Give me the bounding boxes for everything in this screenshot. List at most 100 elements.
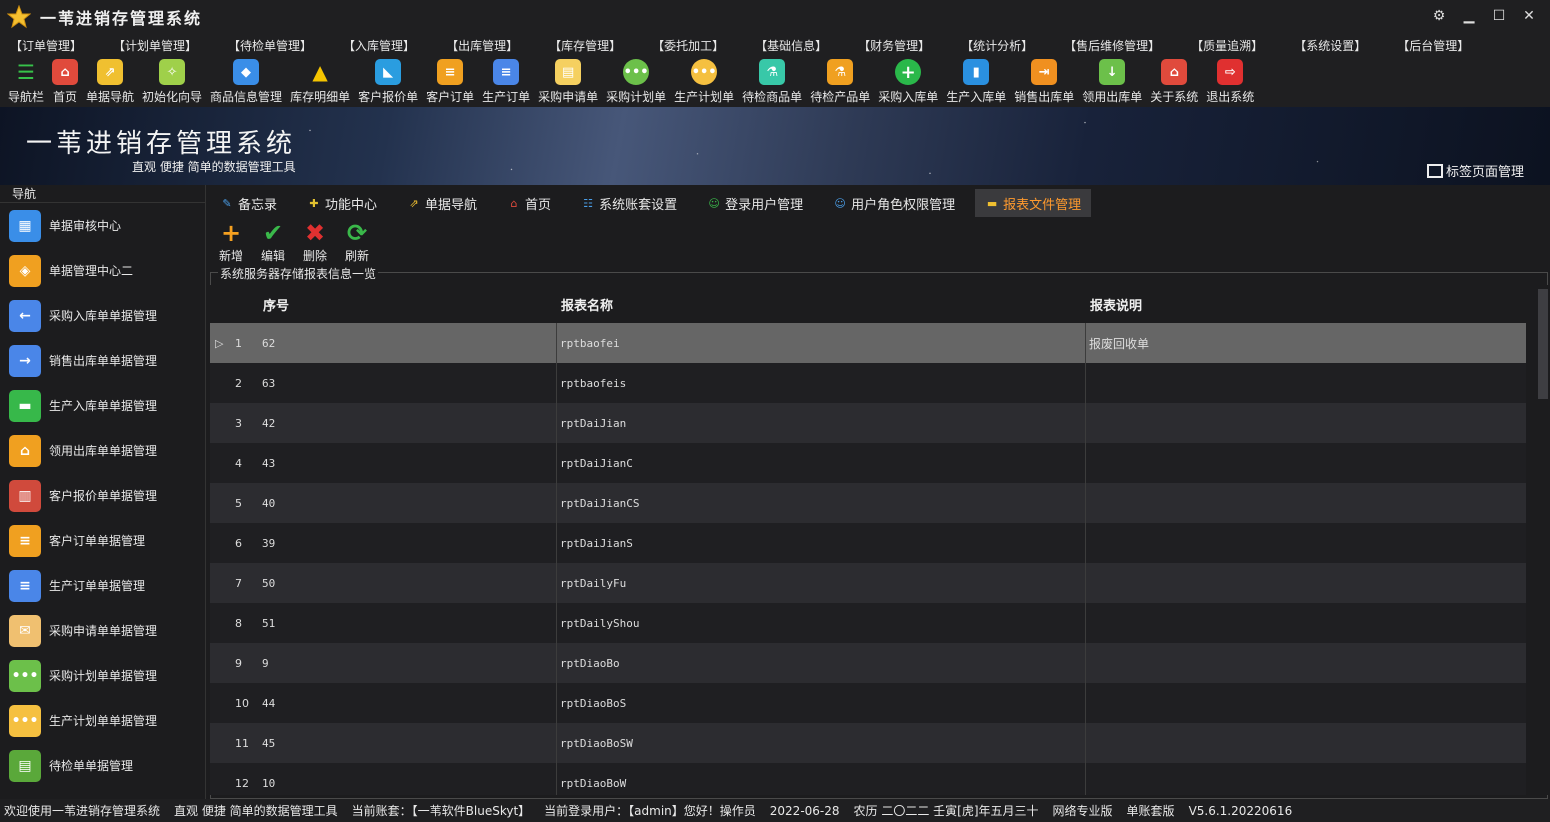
toolbar-button[interactable]: ⇗ 单据导航 (82, 57, 138, 105)
toolbar-button[interactable]: + 采购入库单 (874, 57, 942, 105)
row-header[interactable]: 2 (210, 363, 259, 403)
cell-report-name[interactable]: rptDiaoBoSW (557, 723, 1086, 763)
row-header[interactable]: 11 (210, 723, 259, 763)
table-row[interactable]: 9 9 rptDiaoBo (210, 643, 1526, 683)
toolbar-button[interactable]: ⇥ 销售出库单 (1010, 57, 1078, 105)
toolbar-button[interactable]: ▮ 生产入库单 (942, 57, 1010, 105)
menu-item[interactable]: 【库存管理】 (549, 37, 636, 54)
row-header[interactable]: 9 (210, 643, 259, 683)
toolbar-button[interactable]: ⌂ 首页 (48, 57, 82, 105)
menu-item[interactable]: 【统计分析】 (961, 37, 1048, 54)
sidebar-item[interactable]: → 销售出库单单据管理 (0, 338, 205, 383)
cell-seq[interactable]: 10 (259, 763, 557, 795)
table-row[interactable]: 8 51 rptDailyShou (210, 603, 1526, 643)
tab[interactable]: ⇗ 单据导航 (397, 189, 487, 217)
cell-report-desc[interactable] (1086, 483, 1526, 523)
cell-report-name[interactable]: rptDaiJianCS (557, 483, 1086, 523)
menu-item[interactable]: 【后台管理】 (1397, 37, 1484, 54)
cell-report-name[interactable]: rptDiaoBoW (557, 763, 1086, 795)
sidebar-item[interactable]: ••• 生产计划单单据管理 (0, 698, 205, 743)
cell-seq[interactable]: 40 (259, 483, 557, 523)
menu-item[interactable]: 【计划单管理】 (113, 37, 212, 54)
menu-item[interactable]: 【系统设置】 (1294, 37, 1381, 54)
toolbar-button[interactable]: ••• 生产计划单 (670, 57, 738, 105)
cell-report-desc[interactable] (1086, 443, 1526, 483)
row-header[interactable]: 7 (210, 563, 259, 603)
sidebar-item[interactable]: ▦ 单据审核中心 (0, 203, 205, 248)
report-grid[interactable]: 序号 报表名称 报表说明 ▷ 1 62 rptbaofei 报废回收单 2 63 rptbao… (210, 285, 1540, 795)
tab[interactable]: ✚ 功能中心 (297, 189, 387, 217)
menu-item[interactable]: 【售后维修管理】 (1064, 37, 1175, 54)
maximize-button[interactable]: ☐ (1486, 4, 1512, 28)
row-header[interactable]: 3 (210, 403, 259, 443)
scrollbar-thumb[interactable] (1538, 289, 1548, 399)
row-header[interactable]: 5 (210, 483, 259, 523)
column-header-desc[interactable]: 报表说明 (1086, 295, 1526, 314)
table-row[interactable]: ▷ 1 62 rptbaofei 报废回收单 (210, 323, 1526, 363)
cell-report-name[interactable]: rptDiaoBoS (557, 683, 1086, 723)
cell-report-desc[interactable] (1086, 403, 1526, 443)
table-row[interactable]: 5 40 rptDaiJianCS (210, 483, 1526, 523)
sidebar-item[interactable]: ⌂ 领用出库单单据管理 (0, 428, 205, 473)
table-row[interactable]: 2 63 rptbaofeis (210, 363, 1526, 403)
table-row[interactable]: 6 39 rptDaiJianS (210, 523, 1526, 563)
grid-vertical-scrollbar[interactable] (1536, 285, 1550, 795)
toolbar-button[interactable]: ⚗ 待检商品单 (738, 57, 806, 105)
cell-seq[interactable]: 50 (259, 563, 557, 603)
sidebar-item[interactable]: ◈ 单据管理中心二 (0, 248, 205, 293)
sidebar-item[interactable]: ▬ 生产入库单单据管理 (0, 383, 205, 428)
close-button[interactable]: ✕ (1516, 4, 1542, 28)
tab[interactable]: ☷ 系统账套设置 (571, 189, 687, 217)
cell-report-desc[interactable] (1086, 723, 1526, 763)
row-header[interactable]: ▷ 1 (210, 323, 259, 363)
cell-seq[interactable]: 43 (259, 443, 557, 483)
cell-seq[interactable]: 39 (259, 523, 557, 563)
toolbar-button[interactable]: ◆ 商品信息管理 (206, 57, 286, 105)
cell-report-name[interactable]: rptDaiJian (557, 403, 1086, 443)
minimize-button[interactable]: ▁ (1456, 4, 1482, 28)
sidebar-item[interactable]: ← 采购入库单单据管理 (0, 293, 205, 338)
cell-seq[interactable]: 51 (259, 603, 557, 643)
table-row[interactable]: 11 45 rptDiaoBoSW (210, 723, 1526, 763)
table-row[interactable]: 7 50 rptDailyFu (210, 563, 1526, 603)
toolbar-button[interactable]: ••• 采购计划单 (602, 57, 670, 105)
menu-item[interactable]: 【质量追溯】 (1191, 37, 1278, 54)
sidebar-item[interactable]: ▥ 客户报价单单据管理 (0, 473, 205, 518)
tab[interactable]: ▬ 报表文件管理 (975, 189, 1092, 217)
row-header[interactable]: 10 (210, 683, 259, 723)
column-header-seq[interactable]: 序号 (259, 295, 557, 314)
cell-report-name[interactable]: rptbaofeis (557, 363, 1086, 403)
cell-report-desc[interactable] (1086, 523, 1526, 563)
table-row[interactable]: 10 44 rptDiaoBoS (210, 683, 1526, 723)
settings-gear-icon[interactable]: ⚙ (1426, 4, 1452, 28)
menu-item[interactable]: 【出库管理】 (446, 37, 533, 54)
cell-report-name[interactable]: rptDaiJianC (557, 443, 1086, 483)
row-header[interactable]: 12 (210, 763, 259, 795)
table-row[interactable]: 4 43 rptDaiJianC (210, 443, 1526, 483)
menu-item[interactable]: 【入库管理】 (343, 37, 430, 54)
cell-seq[interactable]: 63 (259, 363, 557, 403)
sidebar-item[interactable]: ••• 采购计划单单据管理 (0, 653, 205, 698)
delete-button[interactable]: ✖ 删除 (294, 221, 336, 263)
toolbar-button[interactable]: ✧ 初始化向导 (138, 57, 206, 105)
column-header-name[interactable]: 报表名称 (557, 295, 1086, 314)
tab[interactable]: ✎ 备忘录 (210, 189, 287, 217)
row-header[interactable]: 6 (210, 523, 259, 563)
cell-report-name[interactable]: rptbaofei (557, 323, 1086, 363)
sidebar-item[interactable]: ≡ 客户订单单据管理 (0, 518, 205, 563)
cell-report-desc[interactable]: 报废回收单 (1086, 323, 1526, 363)
table-row[interactable]: 3 42 rptDaiJian (210, 403, 1526, 443)
toolbar-button[interactable]: ◣ 客户报价单 (354, 57, 422, 105)
toolbar-button[interactable]: ⇨ 退出系统 (1202, 57, 1258, 105)
add-button[interactable]: + 新增 (210, 221, 252, 263)
cell-seq[interactable]: 45 (259, 723, 557, 763)
cell-report-desc[interactable] (1086, 643, 1526, 683)
cell-seq[interactable]: 62 (259, 323, 557, 363)
toolbar-button[interactable]: ⚗ 待检产品单 (806, 57, 874, 105)
toolbar-button[interactable]: ≡ 客户订单 (422, 57, 478, 105)
sidebar-item[interactable]: ▤ 待检单单据管理 (0, 743, 205, 788)
row-header[interactable]: 4 (210, 443, 259, 483)
tab[interactable]: ☺ 用户角色权限管理 (823, 189, 965, 217)
refresh-button[interactable]: ⟳ 刷新 (336, 221, 378, 263)
cell-report-name[interactable]: rptDaiJianS (557, 523, 1086, 563)
